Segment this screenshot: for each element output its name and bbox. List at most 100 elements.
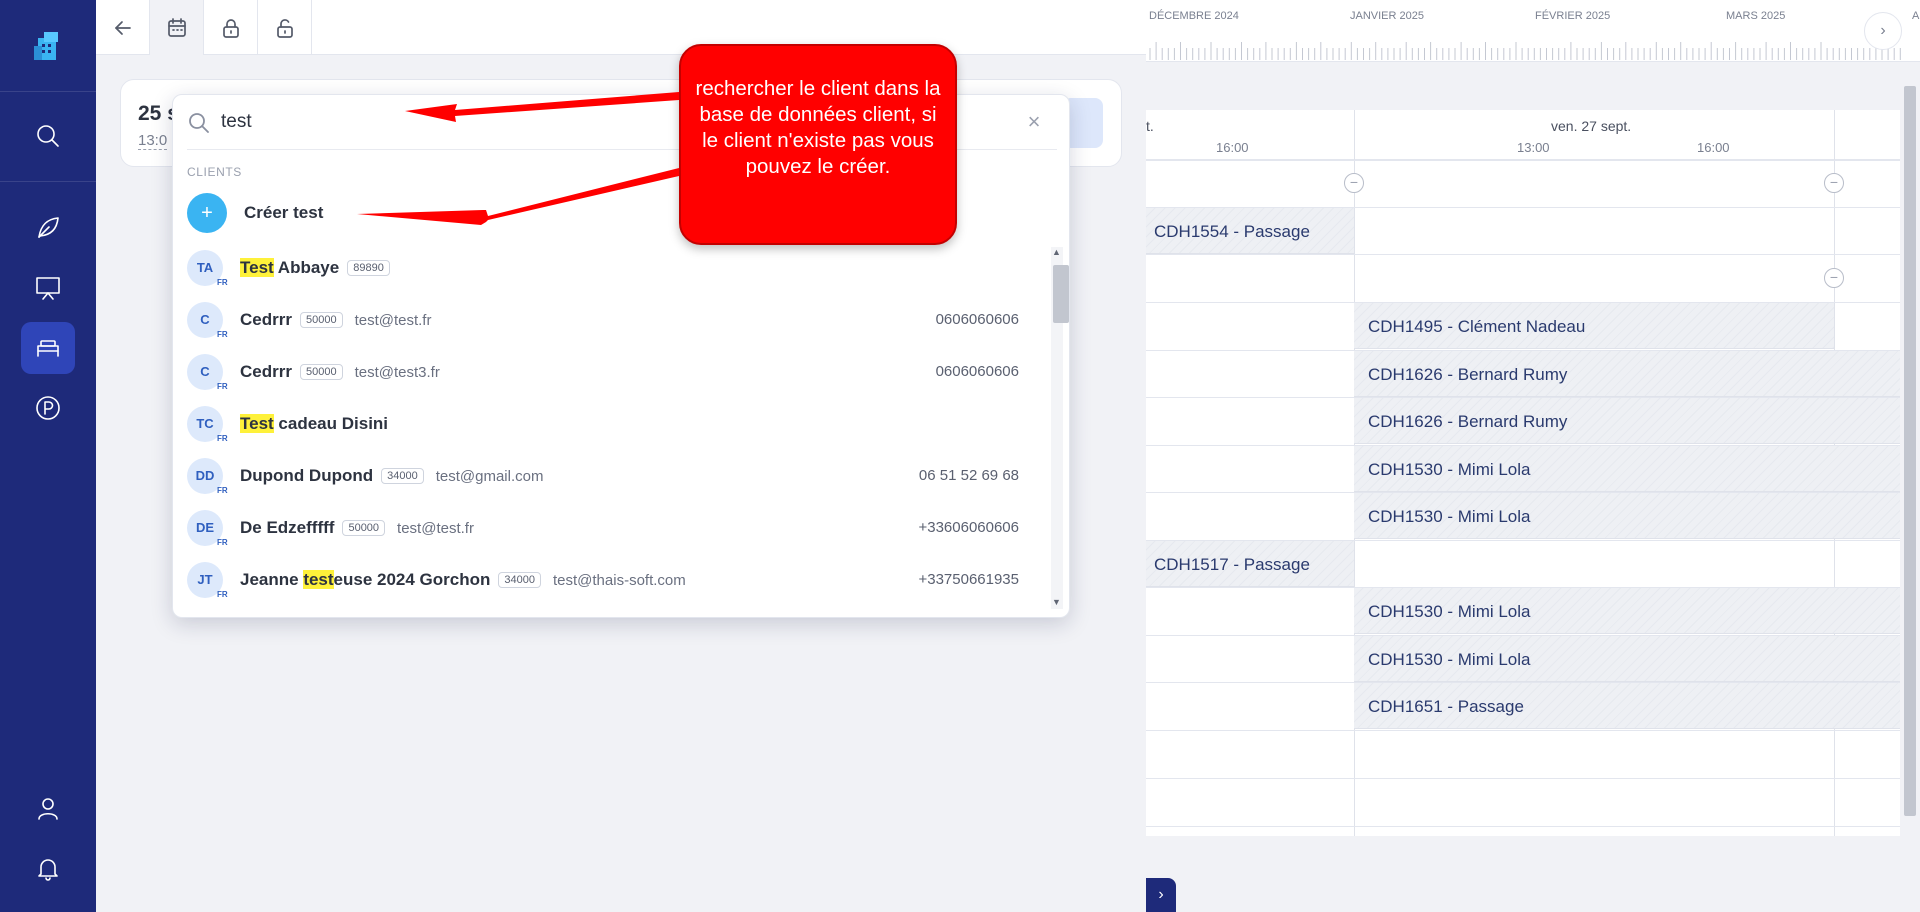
client-row[interactable]: DE FR De Edzefffff 50000 test@test.fr +336… (173, 502, 1053, 554)
month-label[interactable]: JANVIER 2025 (1350, 10, 1424, 22)
nav-activities[interactable] (21, 202, 75, 254)
reservation-block[interactable]: CDH1626 - Bernard Rumy (1354, 351, 1900, 397)
nav-divider (0, 181, 96, 182)
scroll-thumb[interactable] (1053, 265, 1069, 323)
unlock-button[interactable] (258, 0, 312, 55)
toolbar (96, 0, 1146, 55)
client-row[interactable]: TC FR Test cadeau Disini (173, 398, 1053, 450)
reservation-label: CDH1530 - Mimi Lola (1368, 650, 1531, 669)
row-line (1146, 778, 1900, 779)
month-label[interactable]: DÉCEMBRE 2024 (1149, 10, 1239, 22)
month-label[interactable]: MARS 2025 (1726, 10, 1785, 22)
reservation-time[interactable]: 13:0 (138, 132, 168, 150)
day-label: ven. 27 sept. (1551, 118, 1632, 134)
zip-badge: 50000 (299, 364, 343, 380)
reservation-label: CDH1626 - Bernard Rumy (1368, 412, 1568, 431)
collapse-row-icon[interactable]: − (1344, 173, 1364, 193)
name-highlight: test (303, 570, 334, 589)
reservation-block[interactable]: CDH1626 - Bernard Rumy (1354, 398, 1900, 444)
name-highlight: Test (240, 414, 274, 433)
zip-badge: 34000 (498, 572, 541, 588)
zip-badge: 50000 (342, 520, 386, 536)
name-highlight: Test (240, 258, 274, 277)
reservation-block[interactable]: CDH1517 - Passage (1146, 541, 1354, 587)
nav-notifications[interactable] (21, 842, 75, 894)
reservation-block[interactable]: CDH1554 - Passage (1146, 208, 1354, 254)
client-name: Cedrrr 50000 test@test3.fr (240, 362, 440, 382)
client-email: test@gmail.com (435, 468, 544, 485)
client-email: test@test3.fr (354, 364, 440, 381)
search-icon (187, 111, 211, 135)
search-icon (37, 125, 59, 147)
nav-accommodation[interactable] (21, 322, 75, 374)
name-rest: Abbaye (273, 258, 340, 277)
country-flag: FR (217, 382, 228, 391)
name-rest: De Edzefffff (240, 518, 335, 537)
scroll-up-icon[interactable]: ▲ (1052, 247, 1061, 257)
reservation-block[interactable]: CDH1530 - Mimi Lola (1354, 588, 1900, 634)
create-client-label[interactable]: Créer test (244, 203, 323, 223)
plus-icon[interactable]: + (187, 193, 227, 233)
row-line (1146, 826, 1900, 827)
client-name: Jeanne testeuse 2024 Gorchon 34000 test@th… (240, 570, 686, 590)
client-phone: 0606060606 (935, 363, 1019, 380)
scroll-thumb[interactable] (1904, 86, 1916, 816)
lock-button[interactable] (204, 0, 258, 55)
row-line (1146, 254, 1900, 255)
board-icon (36, 277, 60, 300)
nav-presentation[interactable] (21, 262, 75, 314)
reservation-block[interactable]: CDH1530 - Mimi Lola (1354, 636, 1900, 682)
scroll-down-icon[interactable]: ▼ (1052, 597, 1061, 607)
client-name: Test cadeau Disini (240, 414, 388, 434)
leaf-icon (38, 217, 59, 238)
calendar-icon (167, 17, 186, 37)
client-row[interactable]: DD FR Dupond Dupond 34000 test@gmail.com 0… (173, 450, 1053, 502)
reservation-block[interactable]: CDH1530 - Mimi Lola (1354, 446, 1900, 492)
nav-parking[interactable] (21, 382, 75, 434)
section-label-clients: CLIENTS (187, 165, 242, 179)
reservation-block[interactable]: CDH1651 - Passage (1354, 683, 1900, 729)
row-line (1146, 160, 1900, 161)
nav-search[interactable] (21, 110, 75, 162)
reservation-label: CDH1530 - Mimi Lola (1368, 602, 1531, 621)
country-flag: FR (217, 330, 228, 339)
client-row[interactable]: JT FR Jeanne testeuse 2024 Gorchon 34000 t… (173, 554, 1053, 606)
zip-badge: 89890 (347, 260, 390, 276)
day-header: ven. 27 sept. 13:00 16:00 (1354, 110, 1900, 160)
parking-icon (36, 396, 60, 420)
results-scrollbar[interactable]: ▲ ▼ (1051, 247, 1069, 609)
main-nav (0, 0, 96, 912)
back-arrow-icon (114, 20, 131, 35)
calendar-tab[interactable] (150, 0, 204, 55)
hour-label: 16:00 (1216, 140, 1249, 155)
expand-panel-button[interactable]: › (1146, 878, 1176, 912)
timeline-scrollbar[interactable] (1900, 62, 1920, 912)
client-row[interactable]: C FR Cedrrr 50000 test@test3.fr 0606060606 (173, 346, 1053, 398)
month-scale: DÉCEMBRE 2024 JANVIER 2025 FÉVRIER 2025 … (1146, 0, 1920, 62)
clear-search-icon[interactable]: × (1021, 109, 1047, 135)
bell-icon (38, 859, 58, 881)
reservation-label: CDH1554 - Passage (1154, 222, 1310, 241)
nav-profile[interactable] (21, 782, 75, 834)
reservation-label: CDH1495 - Clément Nadeau (1368, 317, 1586, 336)
reservation-block[interactable]: CDH1530 - Mimi Lola (1354, 493, 1900, 539)
country-flag: FR (217, 538, 228, 547)
logo-icon[interactable] (30, 28, 66, 64)
day-label: t. (1146, 118, 1154, 134)
next-month-button[interactable]: › (1864, 12, 1902, 50)
month-label[interactable]: A (1912, 10, 1919, 22)
bed-icon (37, 340, 59, 357)
reservation-block[interactable]: CDH1495 - Clément Nadeau (1354, 303, 1834, 349)
client-email: test@thais-soft.com (552, 572, 686, 589)
client-phone: 0606060606 (935, 311, 1019, 328)
client-row[interactable]: TA FR Test Abbaye 89890 (173, 242, 1053, 294)
client-name: Dupond Dupond 34000 test@gmail.com (240, 466, 543, 486)
month-label[interactable]: FÉVRIER 2025 (1535, 10, 1610, 22)
collapse-row-icon[interactable]: − (1824, 173, 1844, 193)
client-results-list: + Créer test TA FR Test Abbaye 89890 C FR… (173, 187, 1053, 617)
client-row[interactable]: C FR Cedrrr 50000 test@test.fr 0606060606 (173, 294, 1053, 346)
reservation-label: CDH1626 - Bernard Rumy (1368, 365, 1568, 384)
back-button[interactable] (96, 0, 150, 55)
collapse-row-icon[interactable]: − (1824, 268, 1844, 288)
name-rest: Cedrrr (240, 362, 292, 381)
